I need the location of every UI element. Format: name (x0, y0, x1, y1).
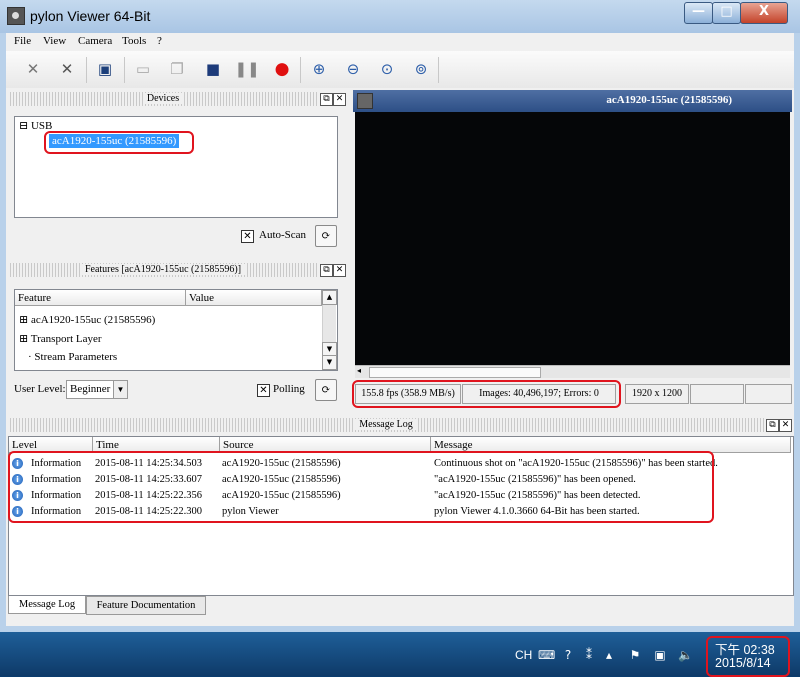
devices-panel-title: Devices (8, 92, 318, 106)
image-window-title-bar: acA1920-155uc (21585596) (353, 90, 792, 112)
close-camera-icon[interactable]: ✕ (56, 58, 78, 80)
refresh-button[interactable]: ⟳ (315, 379, 337, 401)
tab-message-log[interactable]: Message Log (8, 596, 86, 614)
scroll-thumb[interactable] (369, 367, 541, 378)
rescan-button[interactable]: ⟳ (315, 225, 337, 247)
close-panel-icon[interactable]: ✕ (779, 419, 792, 432)
scroll-up-icon[interactable]: ▲ (322, 290, 337, 305)
zoom-in-icon[interactable]: ⊕ (308, 58, 330, 80)
close-panel-icon[interactable]: ✕ (333, 264, 346, 277)
float-icon[interactable]: ⧉ (320, 93, 333, 106)
image-window-title: acA1920-155uc (21585596) (606, 94, 732, 106)
feature-column-header[interactable]: Feature (15, 290, 186, 306)
volume-icon[interactable]: 🔈 (678, 648, 693, 662)
show-hidden-icons[interactable]: ▴ (602, 648, 616, 662)
toolbar: ✕ ✕ ▣ ▭ ❐ ■ ❚❚ ● ⊕ ⊖ ⊙ ⊚ (6, 51, 794, 89)
polling-label: Polling (273, 383, 305, 395)
chevron-down-icon[interactable]: ▼ (113, 381, 127, 398)
camera-app-icon (7, 7, 25, 25)
zoom-out-icon[interactable]: ⊖ (342, 58, 364, 80)
features-panel-title: Features [acA1920-155uc (21585596)] (8, 263, 318, 277)
highlight-box (44, 131, 194, 154)
polling-checkbox[interactable]: ✕ (257, 384, 270, 397)
horizontal-scrollbar[interactable]: ◂ (355, 365, 790, 378)
feature-row[interactable]: ⊞ acA1920-155uc (21585596) (19, 313, 155, 326)
title-bar[interactable]: pylon Viewer 64-Bit — □ X (0, 0, 800, 33)
user-level-select[interactable]: Beginner ▼ (66, 380, 128, 399)
menu-tools[interactable]: Tools (122, 35, 146, 47)
menu-view[interactable]: View (43, 35, 66, 47)
minimize-button[interactable]: — (684, 2, 713, 24)
highlight-box (352, 380, 621, 408)
help-icon[interactable]: ? (561, 648, 575, 662)
ime-icon[interactable]: ⁑ (582, 648, 596, 662)
tab-feature-documentation[interactable]: Feature Documentation (86, 596, 206, 615)
menu-file[interactable]: File (14, 35, 31, 47)
menu-help[interactable]: ? (157, 35, 162, 47)
resolution-status: 1920 x 1200 (625, 384, 689, 404)
features-scrollbar[interactable]: ▲ ▼ ▼ (322, 290, 337, 370)
network-icon[interactable]: ▣ (653, 648, 667, 662)
usb-node[interactable]: ⊟ USB (19, 119, 52, 132)
zoom-100-icon[interactable]: ⊚ (410, 58, 432, 80)
window-title: pylon Viewer 64-Bit (30, 8, 151, 24)
fit-to-window-icon[interactable]: ⊙ (376, 58, 398, 80)
record-icon[interactable]: ● (271, 58, 293, 80)
float-icon[interactable]: ⧉ (320, 264, 333, 277)
keyboard-icon[interactable]: ⌨ (538, 648, 555, 662)
auto-scan-checkbox[interactable]: ✕ (241, 230, 254, 243)
auto-scan-label: Auto-Scan (259, 229, 307, 241)
feature-row[interactable]: ⊞ Transport Layer (19, 332, 102, 345)
close-panel-icon[interactable]: ✕ (333, 93, 346, 106)
action-center-icon[interactable]: ⚑ (628, 648, 642, 662)
status-cell-empty (745, 384, 792, 404)
pause-icon[interactable]: ❚❚ (234, 58, 259, 80)
message-log-panel-title: Message Log (8, 418, 764, 432)
language-indicator[interactable]: CH (515, 648, 532, 662)
user-level-label: User Level: (14, 383, 66, 395)
continuous-shot-icon[interactable]: ❐ (166, 58, 188, 80)
status-cell-empty (690, 384, 744, 404)
menu-bar: File View Camera Tools ? (6, 33, 794, 51)
open-camera-icon[interactable]: ✕ (22, 58, 44, 80)
stop-icon[interactable]: ■ (202, 58, 224, 80)
scroll-left-icon[interactable]: ◂ (357, 366, 361, 375)
scroll-down-icon[interactable]: ▼ (322, 355, 337, 370)
single-shot-icon[interactable]: ▭ (132, 58, 154, 80)
maximize-button[interactable]: □ (712, 2, 741, 24)
user-level-value: Beginner (70, 383, 111, 395)
save-icon[interactable]: ▣ (94, 58, 116, 80)
feature-row[interactable]: · Stream Parameters (28, 351, 117, 363)
value-column-header[interactable]: Value (186, 290, 322, 306)
highlight-box (8, 451, 714, 523)
float-icon[interactable]: ⧉ (766, 419, 779, 432)
camera-image-view[interactable] (355, 112, 790, 365)
highlight-box (706, 636, 790, 677)
close-button[interactable]: X (740, 2, 788, 24)
menu-camera[interactable]: Camera (78, 35, 112, 47)
